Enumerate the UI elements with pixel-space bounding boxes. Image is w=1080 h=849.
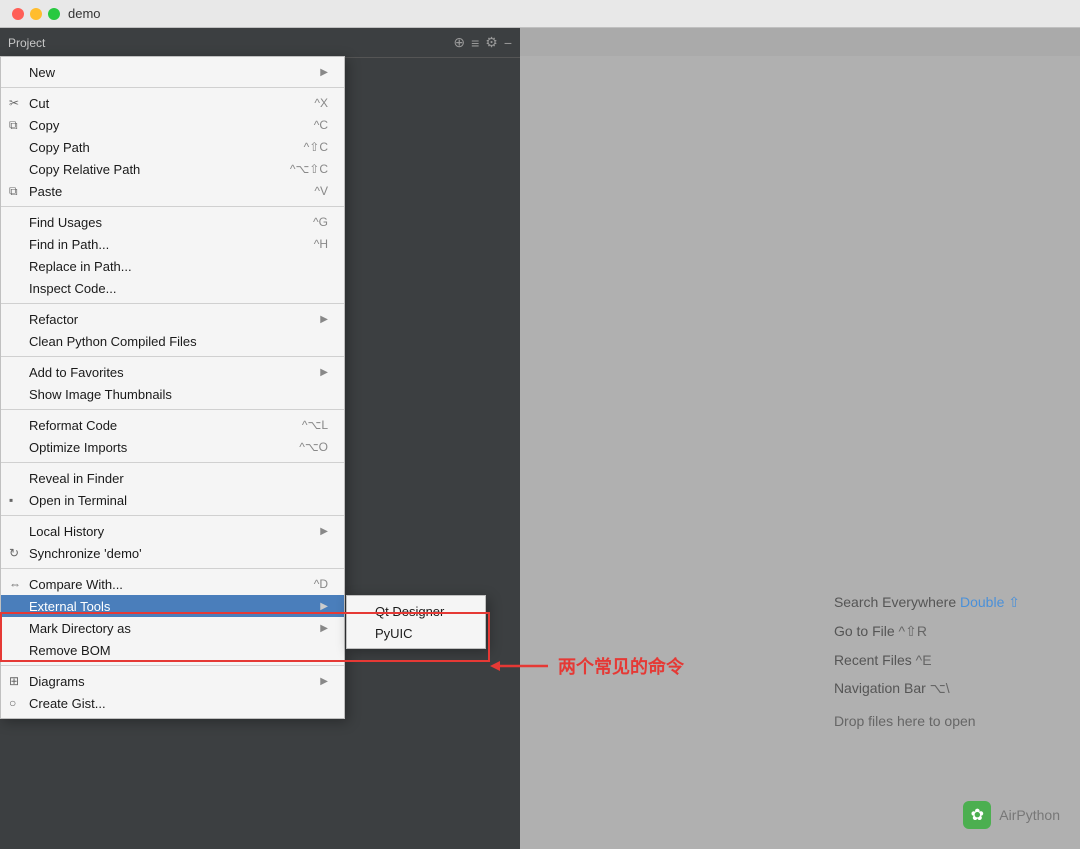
menu-item-copy-path[interactable]: Copy Path ^⇧C	[1, 136, 344, 158]
menu-item-refactor[interactable]: Refactor ▶	[1, 308, 344, 330]
compare-icon: ⇔	[9, 577, 21, 591]
terminal-icon: ▪	[9, 493, 13, 507]
menu-item-show-thumbnails[interactable]: Show Image Thumbnails	[1, 383, 344, 405]
separator-8	[1, 568, 344, 569]
layout-icon[interactable]: ≡	[471, 35, 479, 51]
watermark-text: AirPython	[999, 807, 1060, 823]
sync-icon: ↻	[9, 546, 19, 560]
menu-item-diagrams[interactable]: ⊞ Diagrams ▶	[1, 670, 344, 692]
add-icon[interactable]: ⊕	[453, 34, 465, 51]
separator-5	[1, 409, 344, 410]
main-content: Search Everywhere Double ⇧ Go to File ^⇧…	[520, 56, 1080, 849]
cut-icon: ✂	[9, 96, 19, 110]
go-to-file-hint: Go to File ^⇧R	[834, 623, 927, 640]
menu-item-cut[interactable]: ✂ Cut ^X	[1, 92, 344, 114]
menu-item-new[interactable]: New ▶	[1, 61, 344, 83]
diagrams-icon: ⊞	[9, 674, 19, 688]
watermark: ✿ AirPython	[963, 801, 1060, 829]
menu-item-clean-python[interactable]: Clean Python Compiled Files	[1, 330, 344, 352]
separator-9	[1, 665, 344, 666]
annotation: 两个常见的命令	[490, 653, 684, 679]
local-history-arrow-icon: ▶	[320, 526, 328, 537]
favorites-arrow-icon: ▶	[320, 367, 328, 378]
menu-item-compare-with[interactable]: ⇔ Compare With... ^D	[1, 573, 344, 595]
traffic-lights	[12, 8, 60, 20]
project-toolbar: Project ⊕ ≡ ⚙ −	[0, 28, 520, 58]
separator-1	[1, 87, 344, 88]
menu-item-inspect-code[interactable]: Inspect Code...	[1, 277, 344, 299]
menu-item-local-history[interactable]: Local History ▶	[1, 520, 344, 542]
menu-item-copy[interactable]: ⧉ Copy ^C	[1, 114, 344, 136]
menu-item-copy-relative-path[interactable]: Copy Relative Path ^⌥⇧C	[1, 158, 344, 180]
menu-item-external-tools[interactable]: External Tools ▶ Qt Designer PyUIC	[1, 595, 344, 617]
gist-icon: ○	[9, 696, 16, 710]
menu-item-pyuic[interactable]: PyUIC	[347, 622, 485, 644]
diagrams-arrow-icon: ▶	[320, 676, 328, 687]
title-bar: demo	[0, 0, 1080, 28]
menu-item-create-gist[interactable]: ○ Create Gist...	[1, 692, 344, 714]
paste-icon: ⧉	[9, 184, 18, 199]
separator-3	[1, 303, 344, 304]
window-title: demo	[68, 6, 101, 21]
menu-item-find-in-path[interactable]: Find in Path... ^H	[1, 233, 344, 255]
drop-hint: Drop files here to open	[834, 713, 976, 729]
hint-section: Search Everywhere Double ⇧ Go to File ^⇧…	[834, 594, 1020, 729]
external-tools-submenu: Qt Designer PyUIC	[346, 595, 486, 649]
mark-directory-arrow-icon: ▶	[320, 623, 328, 634]
menu-item-remove-bom[interactable]: Remove BOM	[1, 639, 344, 661]
ide-area: Project ⊕ ≡ ⚙ − Search Everywhere Double…	[0, 28, 1080, 849]
menu-item-qt-designer[interactable]: Qt Designer	[347, 600, 485, 622]
settings-icon[interactable]: ⚙	[485, 34, 498, 51]
minimize-panel-icon[interactable]: −	[504, 35, 512, 51]
project-title: Project	[8, 36, 447, 50]
search-everywhere-hint: Search Everywhere Double ⇧	[834, 594, 1020, 611]
close-button[interactable]	[12, 8, 24, 20]
navigation-bar-hint: Navigation Bar ⌥\	[834, 680, 950, 697]
wechat-icon: ✿	[963, 801, 991, 829]
refactor-arrow-icon: ▶	[320, 314, 328, 325]
separator-2	[1, 206, 344, 207]
menu-item-add-favorites[interactable]: Add to Favorites ▶	[1, 361, 344, 383]
menu-item-open-terminal[interactable]: ▪ Open in Terminal	[1, 489, 344, 511]
separator-7	[1, 515, 344, 516]
menu-item-optimize-imports[interactable]: Optimize Imports ^⌥O	[1, 436, 344, 458]
menu-item-mark-directory[interactable]: Mark Directory as ▶	[1, 617, 344, 639]
annotation-text: 两个常见的命令	[558, 653, 684, 679]
menu-item-reformat-code[interactable]: Reformat Code ^⌥L	[1, 414, 344, 436]
minimize-button[interactable]	[30, 8, 42, 20]
maximize-button[interactable]	[48, 8, 60, 20]
external-tools-arrow-icon: ▶	[320, 601, 328, 612]
separator-4	[1, 356, 344, 357]
context-menu: New ▶ ✂ Cut ^X ⧉ Copy ^C Copy Path ^⇧C C…	[0, 56, 345, 719]
menu-item-replace-in-path[interactable]: Replace in Path...	[1, 255, 344, 277]
menu-item-synchronize[interactable]: ↻ Synchronize 'demo'	[1, 542, 344, 564]
separator-6	[1, 462, 344, 463]
copy-icon: ⧉	[9, 118, 18, 133]
recent-files-hint: Recent Files ^E	[834, 652, 932, 668]
menu-item-paste[interactable]: ⧉ Paste ^V	[1, 180, 344, 202]
menu-item-reveal-finder[interactable]: Reveal in Finder	[1, 467, 344, 489]
arrow-icon: ▶	[320, 67, 328, 78]
annotation-arrow-svg	[490, 654, 550, 678]
menu-item-find-usages[interactable]: Find Usages ^G	[1, 211, 344, 233]
